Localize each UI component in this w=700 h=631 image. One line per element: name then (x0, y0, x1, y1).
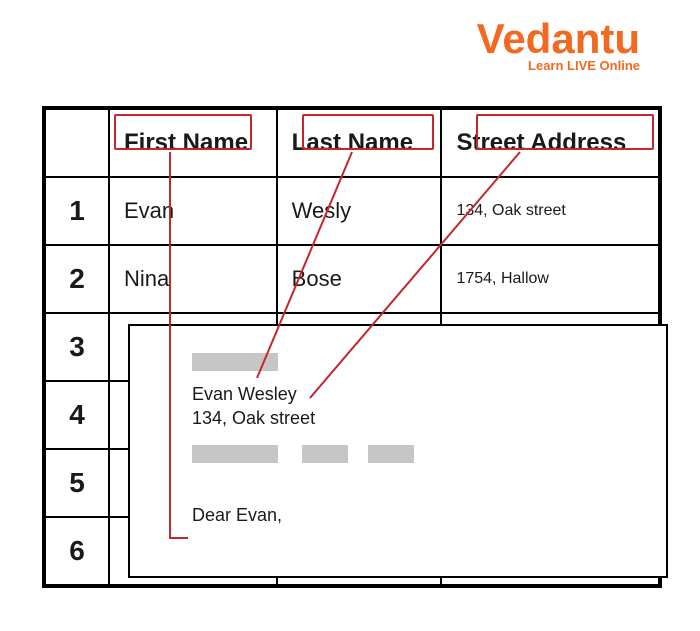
header-street-address: Street Address (441, 109, 659, 177)
envelope-name: Evan Wesley (192, 383, 666, 406)
envelope-greeting: Dear Evan, (192, 504, 666, 527)
table-row: 1 Evan Wesly 134, Oak street (45, 177, 659, 245)
placeholder-bar (192, 445, 278, 463)
row-number: 4 (45, 381, 109, 449)
cell-last: Bose (277, 245, 442, 313)
header-first-name: First Name (109, 109, 277, 177)
envelope-address: 134, Oak street (192, 407, 666, 430)
logo-text: Vedantu (477, 18, 640, 60)
cell-last: Wesly (277, 177, 442, 245)
cell-first: Evan (109, 177, 277, 245)
row-number: 1 (45, 177, 109, 245)
placeholder-bar (302, 445, 348, 463)
placeholder-bar (368, 445, 414, 463)
envelope-preview: Evan Wesley 134, Oak street Dear Evan, (128, 324, 668, 578)
table-header-row: First Name Last Name Street Address (45, 109, 659, 177)
cell-first: Nina (109, 245, 277, 313)
cell-street: 134, Oak street (441, 177, 659, 245)
vedantu-logo: Vedantu Learn LIVE Online (477, 18, 640, 73)
row-number: 3 (45, 313, 109, 381)
row-number: 6 (45, 517, 109, 585)
row-number: 2 (45, 245, 109, 313)
cell-street: 1754, Hallow (441, 245, 659, 313)
row-number: 5 (45, 449, 109, 517)
header-last-name: Last Name (277, 109, 442, 177)
table-row: 2 Nina Bose 1754, Hallow (45, 245, 659, 313)
placeholder-bar (192, 353, 278, 371)
